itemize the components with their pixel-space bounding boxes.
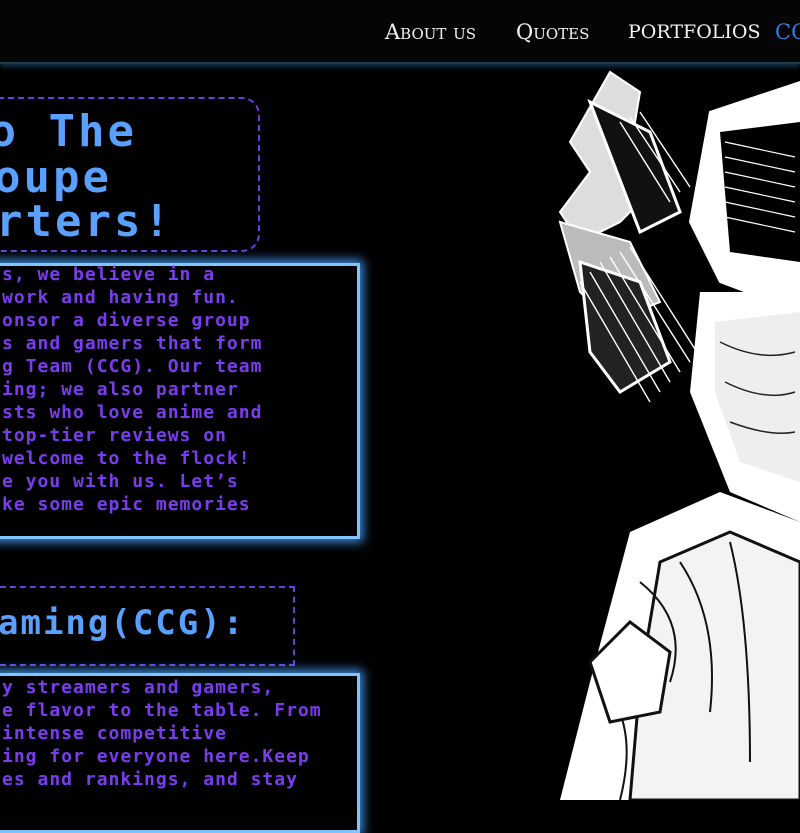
ccg-line: y streamers and gamers, (2, 677, 275, 698)
about-line: g Team (CCG). Our team (2, 356, 263, 377)
nav-link-quotes[interactable]: Quotes (516, 18, 589, 46)
about-line: work and having fun. (2, 287, 239, 308)
nav-link-active[interactable]: CC (775, 18, 800, 46)
ccg-line: ing for everyone here.Keep (2, 746, 310, 767)
nav-link-portfolios[interactable]: PORTFOLIOS (628, 18, 760, 46)
about-line: top-tier reviews on (2, 425, 227, 446)
about-line: onsor a diverse group (2, 310, 251, 331)
top-navigation: About us Quotes PORTFOLIOS CC (0, 0, 800, 64)
about-line: s and gamers that form (2, 333, 263, 354)
hero-title-line-3: rters! (0, 196, 173, 247)
about-line: ing; we also partner (2, 379, 239, 400)
hero-title-line-1: To The (0, 106, 137, 157)
hero-illustration (520, 62, 800, 800)
about-line: sts who love anime and (2, 402, 263, 423)
about-line: ke some epic memories (2, 494, 251, 515)
ccg-line: intense competitive (2, 723, 227, 744)
about-line: s, we believe in a (2, 264, 216, 285)
nav-link-about-us[interactable]: About us (385, 18, 476, 46)
about-line: e you with us. Let’s (2, 471, 239, 492)
ccg-line: e flavor to the table. From (2, 700, 322, 721)
about-line: welcome to the flock! (2, 448, 251, 469)
ccg-line: es and rankings, and stay (2, 769, 298, 790)
ccg-section-heading: aming(CCG): (0, 603, 246, 643)
